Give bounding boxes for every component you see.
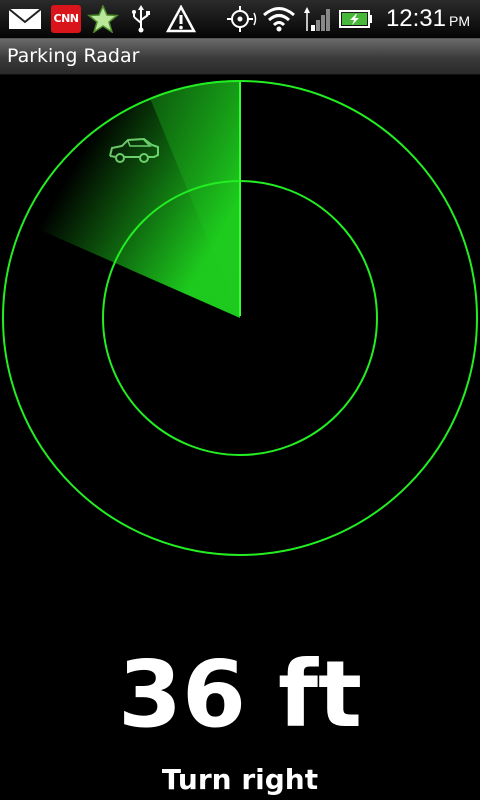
distance-readout: 36 ft xyxy=(117,641,363,748)
status-bar: CNN 12:31 PM xyxy=(0,0,480,39)
turn-instruction: Turn right xyxy=(161,763,319,796)
screen: CNN 12:31 PM Parking Radar 36 ft Turn ri… xyxy=(0,0,480,800)
clock-ampm: PM xyxy=(449,13,470,29)
wifi-icon[interactable] xyxy=(262,5,296,33)
gps-icon[interactable] xyxy=(222,5,258,33)
signal-icon[interactable] xyxy=(302,5,332,33)
warning-icon[interactable] xyxy=(166,5,196,33)
star-icon[interactable] xyxy=(87,5,119,33)
app-title: Parking Radar xyxy=(7,45,140,67)
mail-icon[interactable] xyxy=(8,5,42,33)
radar-display xyxy=(2,79,478,556)
status-clock: 12:31 PM xyxy=(386,4,470,34)
usb-icon[interactable] xyxy=(130,5,152,33)
clock-time: 12:31 xyxy=(385,5,446,32)
cnn-icon[interactable]: CNN xyxy=(51,5,81,33)
title-bar: Parking Radar xyxy=(0,39,480,75)
battery-charging-icon[interactable] xyxy=(339,5,373,33)
